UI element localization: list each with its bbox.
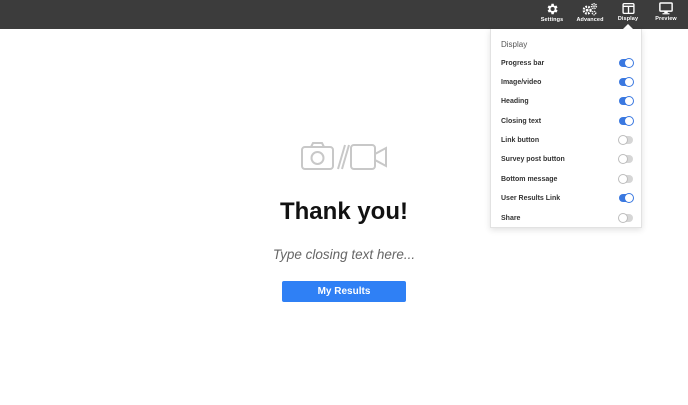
layout-columns-icon (621, 2, 635, 15)
image-video-placeholder-icon (301, 142, 387, 170)
page-title: Thank you! (279, 198, 408, 225)
display-option-user-results-link: User Results Link (501, 192, 634, 204)
toggle-switch[interactable] (618, 154, 633, 164)
toggle-knob (618, 135, 628, 145)
toggle-switch[interactable] (619, 77, 634, 87)
toggle-switch[interactable] (619, 96, 634, 106)
toggle-switch[interactable] (618, 135, 633, 145)
advanced-label: Advanced (576, 17, 604, 23)
gear-icon (547, 3, 558, 15)
option-label: User Results Link (501, 194, 561, 202)
option-label: Closing text (501, 117, 542, 125)
option-label: Share (501, 214, 521, 222)
toggle-knob (624, 116, 634, 126)
toggle-knob (618, 174, 628, 184)
settings-button[interactable]: Settings (532, 2, 572, 28)
toggle-switch[interactable] (618, 213, 633, 223)
toggle-knob (618, 154, 628, 164)
display-option-survey-post-button: Survey post button (501, 153, 633, 165)
toggle-switch[interactable] (618, 174, 633, 184)
option-label: Image/video (501, 78, 542, 86)
advanced-button[interactable]: Advanced (570, 2, 610, 28)
display-option-share: Share (501, 212, 633, 224)
toggle-knob (624, 77, 634, 87)
display-panel: Display Progress bar Image/video Heading… (490, 29, 642, 228)
option-label: Progress bar (501, 59, 545, 67)
display-option-bottom-message: Bottom message (501, 173, 633, 185)
toggle-knob (618, 213, 628, 223)
toggle-knob (624, 96, 634, 106)
toggle-knob (624, 193, 634, 203)
toggle-switch[interactable] (619, 58, 634, 68)
monitor-icon (659, 2, 673, 15)
preview-button[interactable]: Preview (646, 2, 686, 28)
option-label: Link button (501, 136, 540, 144)
top-toolbar: Settings Advanced Display Preview (0, 0, 688, 29)
option-label: Heading (501, 97, 529, 105)
toggle-switch[interactable] (619, 193, 634, 203)
option-label: Bottom message (501, 175, 558, 183)
preview-label: Preview (655, 16, 677, 22)
display-option-image-video: Image/video (501, 76, 634, 88)
toggle-knob (624, 58, 634, 68)
closing-text[interactable]: Type closing text here... (200, 247, 488, 262)
settings-label: Settings (540, 17, 564, 23)
option-label: Survey post button (501, 155, 565, 163)
my-results-button[interactable]: My Results (282, 281, 406, 302)
display-option-progress-bar: Progress bar (501, 57, 634, 69)
gears-icon (582, 2, 598, 16)
display-label: Display (617, 16, 639, 22)
display-option-closing-text: Closing text (501, 115, 634, 127)
display-option-link-button: Link button (501, 134, 633, 146)
display-panel-title: Display (501, 40, 528, 49)
display-option-heading: Heading (501, 95, 634, 107)
toggle-switch[interactable] (619, 116, 634, 126)
